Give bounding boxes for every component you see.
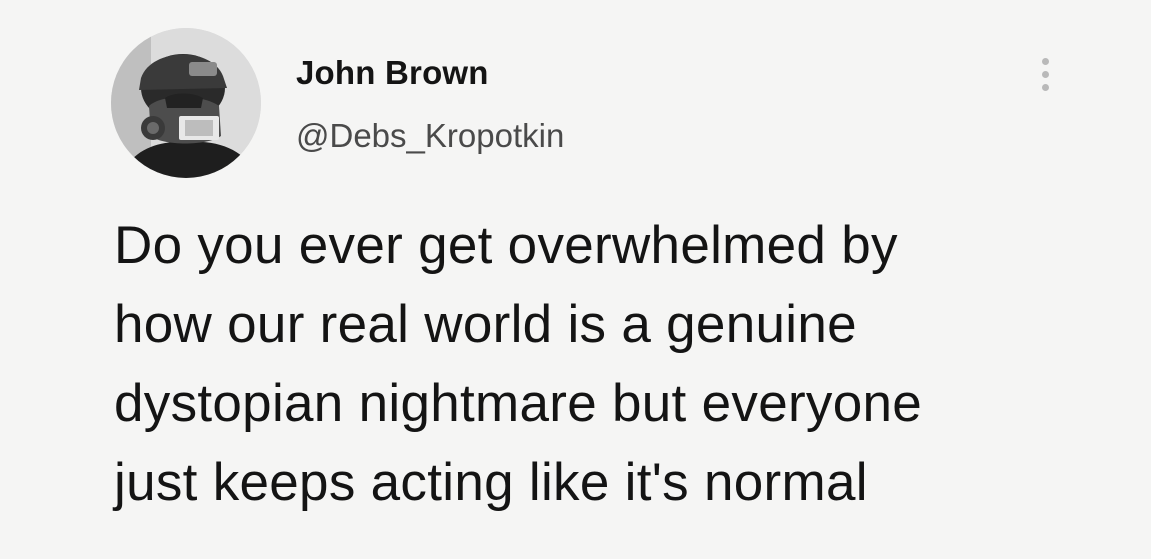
tweet-text-line: how our real world is a genuine bbox=[114, 295, 857, 354]
avatar[interactable] bbox=[111, 28, 261, 178]
more-options-vertical-dots-icon bbox=[1041, 50, 1049, 91]
author-display-name[interactable]: John Brown bbox=[296, 54, 489, 92]
tweet-text-line: dystopian nightmare but everyone bbox=[114, 374, 923, 433]
tweet-card: John Brown @Debs_Kropotkin Do you ever g… bbox=[0, 0, 1151, 559]
tweet-text-line: just keeps acting like it's normal bbox=[114, 453, 868, 512]
tweet-text: Do you ever get overwhelmed by how our r… bbox=[114, 206, 1124, 522]
avatar-photo-icon bbox=[111, 28, 261, 178]
author-handle[interactable]: @Debs_Kropotkin bbox=[296, 117, 564, 155]
more-options-button[interactable] bbox=[1030, 50, 1060, 98]
tweet-text-line: Do you ever get overwhelmed by bbox=[114, 216, 898, 275]
